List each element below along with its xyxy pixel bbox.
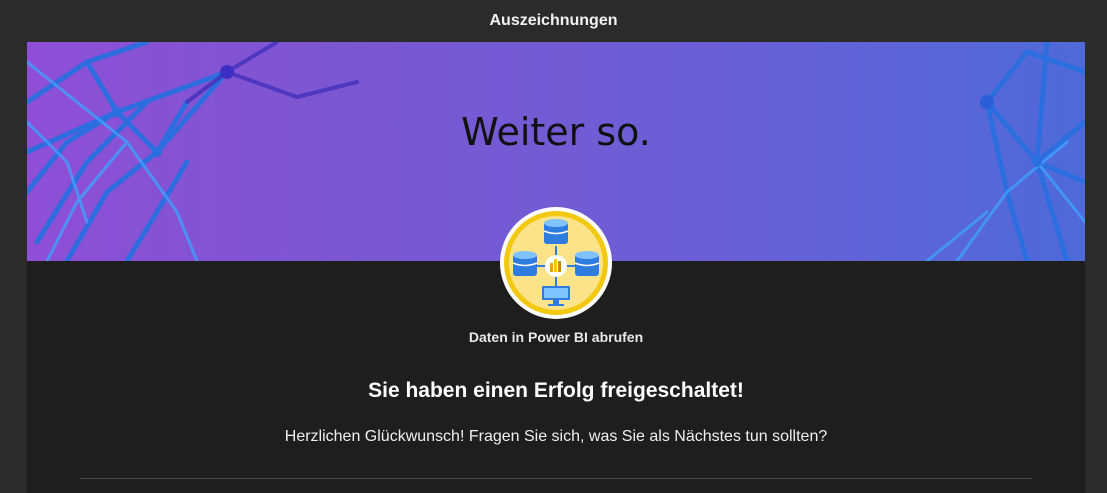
hero-title: Weiter so.	[461, 110, 651, 154]
divider	[80, 478, 1032, 479]
achievement-headline: Sie haben einen Erfolg freigeschaltet!	[368, 379, 744, 402]
dialog-header: Auszeichnungen	[0, 0, 1107, 42]
dialog-title: Auszeichnungen	[489, 12, 618, 29]
achievement-message: Herzlichen Glückwunsch! Fragen Sie sich,…	[284, 428, 828, 445]
badge-name: Daten in Power BI abrufen	[468, 329, 644, 345]
data-sources-badge-icon	[499, 206, 613, 320]
achievement-panel: Weiter so. Daten in Power BI abrufen Sie…	[27, 42, 1085, 493]
